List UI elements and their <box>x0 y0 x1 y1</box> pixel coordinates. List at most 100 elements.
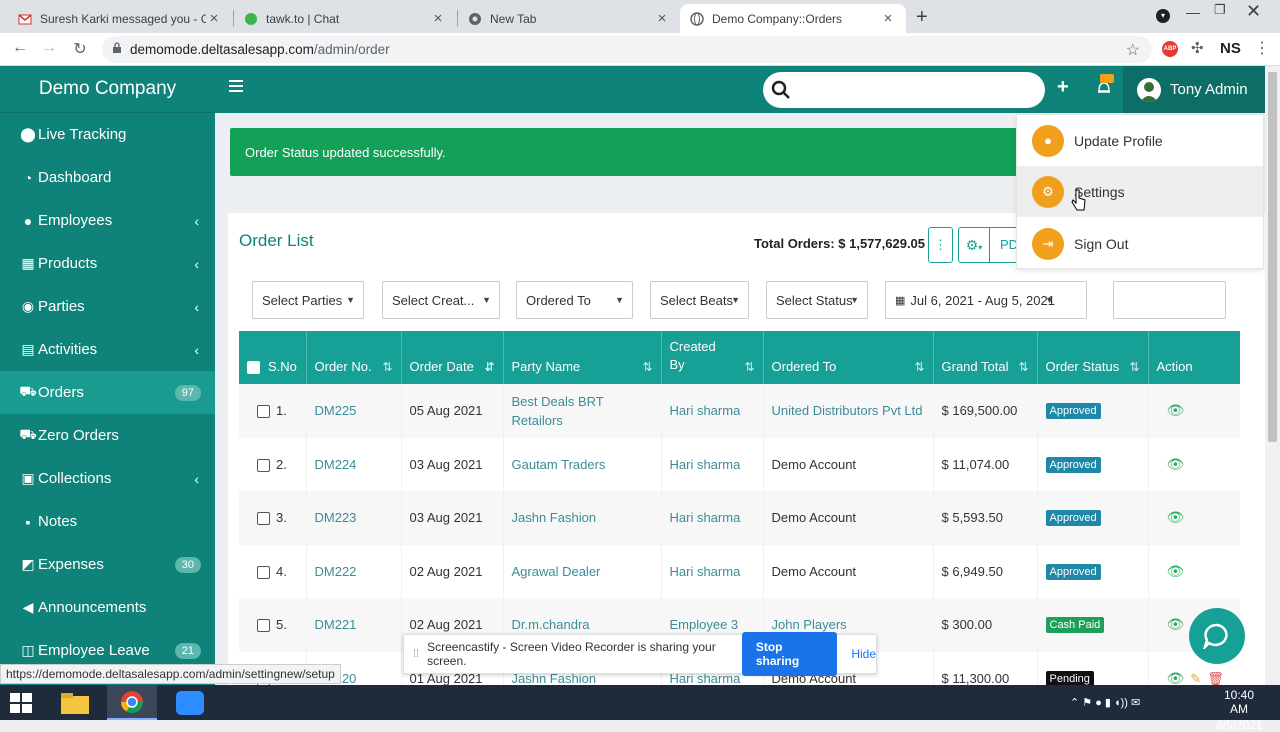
order-number-link[interactable]: DM223 <box>315 510 357 525</box>
sidebar-item-expenses[interactable]: ◩ Expenses 30 <box>0 543 215 586</box>
sidebar-item-activities[interactable]: ▤ Activities ‹ <box>0 328 215 371</box>
party-name-link[interactable]: Gautam Traders <box>512 455 606 474</box>
column-header-created-by[interactable]: Created By ⇅ <box>661 331 764 384</box>
sidebar-item-live-tracking[interactable]: ⬤ Live Tracking <box>0 113 215 156</box>
adblock-icon[interactable]: ABP <box>1162 41 1178 57</box>
party-name-link[interactable]: Jashn Fashion <box>512 508 597 527</box>
order-number-link[interactable]: DM221 <box>315 617 357 632</box>
status-badge[interactable]: Approved <box>1045 403 1101 420</box>
sidebar-item-collections[interactable]: ▣ Collections ‹ <box>0 457 215 500</box>
close-tab-icon[interactable]: × <box>430 10 446 27</box>
notification-bell-icon[interactable] <box>1096 74 1114 99</box>
ordered-to[interactable]: United Distributors Pvt Ltd <box>772 401 923 420</box>
filter-created-by[interactable]: Select Creat... ▼ <box>382 281 500 319</box>
sidebar-item-products[interactable]: ▦ Products ‹ <box>0 242 215 285</box>
view-eye-icon[interactable]: 👁 <box>1167 456 1185 472</box>
windows-start-icon[interactable] <box>10 693 32 716</box>
column-header-order-date[interactable]: Order Date ⇵ <box>401 331 504 384</box>
more-options-button[interactable]: ⋮ <box>928 227 953 263</box>
created-by-link[interactable]: Hari sharma <box>670 403 741 418</box>
sidebar-item-notes[interactable]: ▪ Notes <box>0 500 215 543</box>
sidebar-item-zero-orders[interactable]: ⛟ Zero Orders <box>0 414 215 457</box>
new-tab-button[interactable]: + <box>916 6 928 29</box>
view-eye-icon[interactable]: 👁 <box>1167 402 1185 418</box>
column-header-party-name[interactable]: Party Name ⇅ <box>503 331 662 384</box>
file-explorer-icon[interactable] <box>60 691 90 718</box>
tab-search-icon[interactable]: ▾ <box>1156 9 1170 23</box>
forward-icon[interactable]: → <box>38 39 60 57</box>
order-number-link[interactable]: DM224 <box>315 457 357 472</box>
filter-parties[interactable]: Select Parties ▼ <box>252 281 364 319</box>
chat-widget-button[interactable] <box>1189 608 1245 664</box>
row-checkbox[interactable] <box>257 405 270 419</box>
row-checkbox[interactable] <box>257 512 270 526</box>
restore-icon[interactable]: ❐ <box>1214 2 1226 18</box>
status-badge[interactable]: Approved <box>1045 510 1101 527</box>
browser-tab-new[interactable]: New Tab × <box>458 4 680 33</box>
clock[interactable]: 10:40 AM 8/5/2021 <box>1216 688 1263 732</box>
view-eye-icon[interactable]: 👁 <box>1167 616 1185 632</box>
status-badge[interactable]: Cash Paid <box>1045 617 1105 634</box>
party-name-link[interactable]: Dr.m.chandra <box>512 615 590 634</box>
extensions-icon[interactable]: ✣ <box>1191 39 1204 57</box>
filter-ordered-to[interactable]: Ordered To ▼ <box>516 281 633 319</box>
created-by-link[interactable]: Employee 3 <box>670 617 739 632</box>
close-tab-icon[interactable]: × <box>654 10 670 27</box>
tray-icons[interactable]: ⌃ ⚑ ● ▮ ◖)) ✉ <box>1070 696 1140 709</box>
row-checkbox[interactable] <box>257 565 270 579</box>
user-menu-toggle[interactable]: Tony Admin <box>1123 66 1265 113</box>
browser-tab-tawk[interactable]: tawk.to | Chat × <box>234 4 456 33</box>
column-header-order-status[interactable]: Order Status ⇅ <box>1037 331 1149 384</box>
menu-toggle-icon[interactable] <box>229 80 243 92</box>
hide-button[interactable]: Hide <box>851 647 876 661</box>
close-tab-icon[interactable]: × <box>880 10 896 27</box>
created-by-link[interactable]: Hari sharma <box>670 457 741 472</box>
created-by-link[interactable]: Hari sharma <box>670 564 741 579</box>
sidebar-item-announcements[interactable]: ◀ Announcements <box>0 586 215 629</box>
menu-item-update-profile[interactable]: ● Update Profile <box>1017 115 1263 166</box>
sidebar-item-orders[interactable]: ⛟ Orders 97 <box>0 371 215 414</box>
back-icon[interactable]: ← <box>9 39 31 57</box>
select-all-checkbox[interactable] <box>247 361 260 374</box>
browser-menu-icon[interactable]: ⋮ <box>1254 38 1270 58</box>
chrome-taskbar-icon[interactable] <box>107 685 157 720</box>
menu-item-settings[interactable]: ⚙ Settings <box>1017 166 1263 217</box>
window-close-icon[interactable]: ✕ <box>1246 1 1261 22</box>
browser-tab-orders[interactable]: Demo Company::Orders × <box>680 4 906 33</box>
date-range-picker[interactable]: ▦ Jul 6, 2021 - Aug 5, 2021 ▼ <box>885 281 1087 319</box>
stop-sharing-button[interactable]: Stop sharing <box>741 632 838 676</box>
column-header-sno[interactable]: S.No <box>239 331 307 384</box>
view-eye-icon[interactable]: 👁 <box>1167 563 1185 579</box>
sidebar-item-parties[interactable]: ◉ Parties ‹ <box>0 285 215 328</box>
party-name-link[interactable]: Agrawal Dealer <box>512 562 601 581</box>
search-input[interactable] <box>763 72 1045 108</box>
status-badge[interactable]: Approved <box>1045 563 1101 580</box>
scrollbar-thumb[interactable] <box>1268 72 1277 442</box>
bookmark-star-icon[interactable]: ☆ <box>1126 40 1140 60</box>
order-number-link[interactable]: DM222 <box>315 564 357 579</box>
drag-handle-icon[interactable]: ⁞⁞ <box>413 648 419 660</box>
view-eye-icon[interactable]: 👁 <box>1167 670 1185 686</box>
order-number-link[interactable]: DM225 <box>315 403 357 418</box>
page-scrollbar[interactable] <box>1265 66 1280 686</box>
add-icon[interactable]: + <box>1057 76 1069 99</box>
close-tab-icon[interactable]: × <box>206 10 222 27</box>
status-badge[interactable]: Approved <box>1045 456 1101 473</box>
reload-icon[interactable]: ↻ <box>69 39 91 59</box>
table-search-input[interactable] <box>1113 281 1226 319</box>
sidebar-item-dashboard[interactable]: ◔ Dashboard <box>0 156 215 199</box>
profile-button[interactable]: NS <box>1220 40 1241 57</box>
brand-name[interactable]: Demo Company <box>0 66 215 113</box>
column-header-order-no[interactable]: Order No. ⇅ <box>306 331 402 384</box>
column-settings-button[interactable]: ⚙▾ <box>958 227 990 263</box>
address-bar[interactable]: demomode.deltasalesapp.com/admin/order ☆ <box>102 36 1152 63</box>
column-header-grand-total[interactable]: Grand Total ⇅ <box>933 331 1038 384</box>
row-checkbox[interactable] <box>257 458 270 472</box>
party-name-link[interactable]: Best Deals BRT Retailors <box>512 392 653 430</box>
browser-tab-gmail[interactable]: Suresh Karki messaged you - Cha × <box>8 4 232 33</box>
delete-icon[interactable]: 🗑 <box>1207 671 1224 686</box>
menu-item-sign-out[interactable]: ⇥ Sign Out <box>1017 218 1263 269</box>
filter-status[interactable]: Select Status ▼ <box>766 281 868 319</box>
view-eye-icon[interactable]: 👁 <box>1167 509 1185 525</box>
filter-beats[interactable]: Select Beats ▼ <box>650 281 749 319</box>
